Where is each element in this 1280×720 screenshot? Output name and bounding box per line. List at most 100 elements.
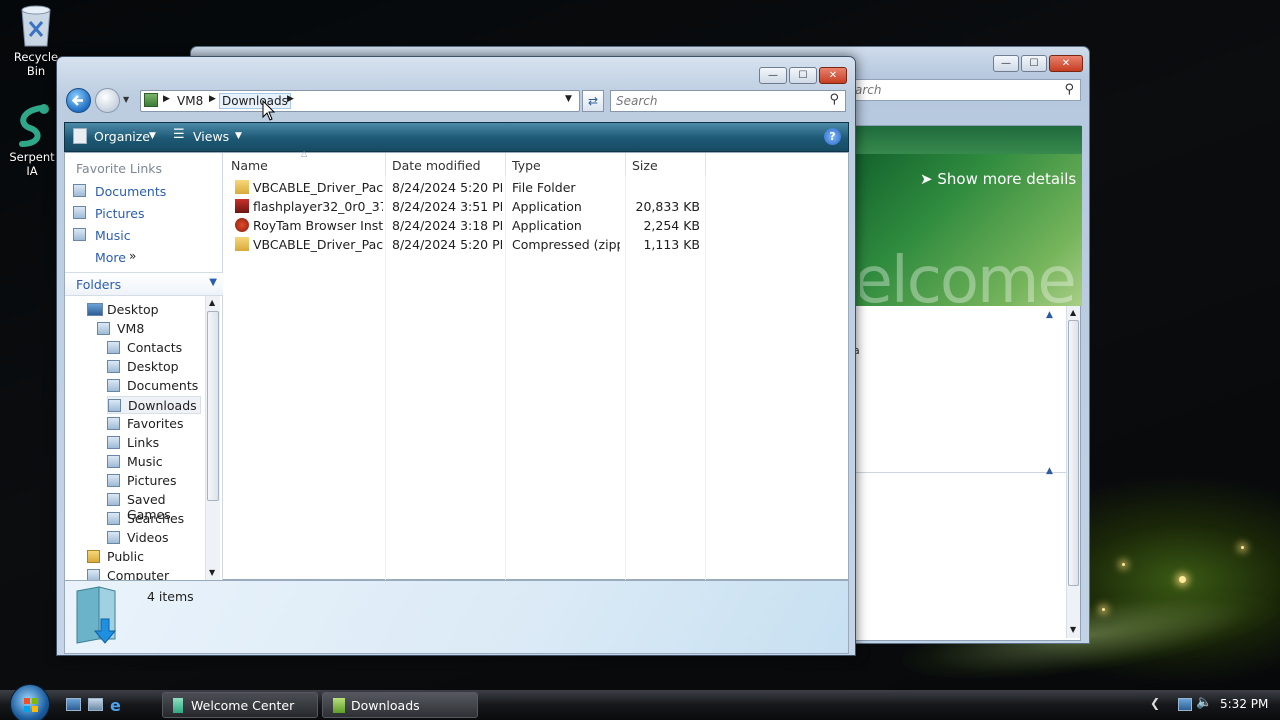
scroll-up-icon[interactable]: ▲ bbox=[1070, 308, 1076, 317]
cell-type: Application bbox=[512, 199, 582, 214]
scroll-thumb[interactable] bbox=[207, 311, 219, 501]
maximize-button[interactable]: ☐ bbox=[1021, 55, 1047, 72]
tree-item-vm8[interactable]: VM8 bbox=[97, 320, 201, 338]
show-more-details-link[interactable]: ➤ Show more details bbox=[920, 170, 1076, 188]
application-icon bbox=[235, 218, 249, 232]
tree-item-links[interactable]: Links bbox=[107, 434, 201, 452]
chevron-down-icon[interactable]: ▼ bbox=[235, 131, 242, 141]
search-input[interactable]: Search ⚲ bbox=[855, 79, 1081, 101]
details-pane: 4 items bbox=[64, 580, 849, 654]
recycle-bin-icon bbox=[16, 2, 56, 47]
tree-item-downloads[interactable]: Downloads bbox=[107, 396, 201, 414]
sparkle bbox=[1122, 563, 1125, 566]
tree-item-favorites[interactable]: Favorites bbox=[107, 415, 201, 433]
collapse-icon[interactable]: ▲ bbox=[1046, 466, 1053, 476]
desktop-icon-label: Serpent IA bbox=[9, 150, 55, 178]
file-row[interactable]: VBCABLE_Driver_Pack43 8/24/2024 5:20 PM Fi… bbox=[225, 178, 849, 197]
taskbar-item-downloads[interactable]: Downloads bbox=[322, 692, 478, 718]
desktop-icon-serpent[interactable]: Serpent IA bbox=[2, 102, 62, 178]
column-header-date[interactable]: Date modified bbox=[386, 153, 506, 175]
show-desktop-icon[interactable] bbox=[66, 698, 81, 711]
start-button[interactable] bbox=[10, 684, 50, 720]
address-history-dropdown[interactable]: ▼ bbox=[565, 94, 572, 104]
tree-item-label: Links bbox=[127, 435, 160, 450]
tree-item-videos[interactable]: Videos bbox=[107, 529, 201, 547]
volume-icon[interactable]: 🔈 bbox=[1196, 695, 1212, 710]
folder-icon bbox=[144, 93, 158, 107]
documents-icon bbox=[73, 184, 86, 197]
scroll-thumb[interactable] bbox=[1068, 320, 1079, 586]
folder-icon bbox=[107, 341, 120, 354]
cell-size: 1,113 KB bbox=[643, 237, 700, 252]
minimize-button[interactable]: — bbox=[759, 67, 787, 84]
sort-indicator-icon: △ bbox=[301, 149, 308, 158]
tree-item-label: Contacts bbox=[127, 340, 183, 355]
collapse-icon[interactable]: ▲ bbox=[1046, 310, 1053, 320]
file-row[interactable]: RoyTam Browser Instal... 8/24/2024 3:18 P… bbox=[225, 216, 849, 235]
tree-scrollbar[interactable]: ▲ ▼ bbox=[205, 296, 220, 580]
serpent-icon bbox=[12, 102, 52, 147]
tree-item-music[interactable]: Music bbox=[107, 453, 201, 471]
scroll-up-icon[interactable]: ▲ bbox=[209, 298, 215, 307]
tree-item-desktop[interactable]: Desktop bbox=[107, 358, 201, 376]
folder-icon bbox=[107, 417, 120, 430]
recent-pages-dropdown[interactable]: ▼ bbox=[123, 95, 129, 104]
tree-item-searches[interactable]: Searches bbox=[107, 510, 201, 528]
maximize-button[interactable]: ☐ bbox=[789, 67, 817, 84]
help-button[interactable]: ? bbox=[824, 128, 841, 145]
scroll-down-icon[interactable]: ▼ bbox=[209, 568, 215, 577]
organize-icon bbox=[73, 128, 87, 144]
close-button[interactable]: ✕ bbox=[1049, 55, 1083, 72]
fav-pictures[interactable]: Pictures bbox=[71, 205, 211, 223]
search-input[interactable]: Search ⚲ bbox=[610, 90, 846, 112]
tree-item-pictures[interactable]: Pictures bbox=[107, 472, 201, 490]
back-button[interactable] bbox=[66, 88, 91, 113]
windows-logo-icon bbox=[24, 698, 38, 712]
column-header-type[interactable]: Type bbox=[506, 153, 626, 175]
tree-item-desktop[interactable]: Desktop bbox=[87, 301, 201, 319]
chevron-right-icon[interactable]: ▶ bbox=[209, 94, 216, 104]
organize-button[interactable]: Organize bbox=[94, 129, 150, 144]
fav-music[interactable]: Music bbox=[71, 227, 211, 245]
tree-item-label: Videos bbox=[127, 530, 169, 545]
tree-item-contacts[interactable]: Contacts bbox=[107, 339, 201, 357]
banner-word: Welcome bbox=[856, 244, 1075, 306]
tree-item-documents[interactable]: Documents bbox=[107, 377, 201, 395]
minimize-button[interactable]: — bbox=[993, 55, 1019, 72]
chevron-down-icon[interactable]: ▼ bbox=[209, 277, 217, 288]
network-icon[interactable] bbox=[1178, 698, 1192, 711]
clock[interactable]: 5:32 PM bbox=[1220, 697, 1268, 711]
downloads-window[interactable]: — ☐ ✕ ▼ ▶ VM8 ▶ Downloads ▶ ▼ ⇄ Search ⚲… bbox=[56, 56, 856, 656]
breadcrumb-downloads[interactable]: Downloads bbox=[219, 93, 291, 109]
file-row[interactable]: flashplayer32_0r0_371_... 8/24/2024 3:51 … bbox=[225, 197, 849, 216]
column-header-size[interactable]: Size bbox=[626, 153, 706, 175]
cell-size: 2,254 KB bbox=[643, 218, 700, 233]
chevron-down-icon[interactable]: ▼ bbox=[149, 131, 156, 141]
forward-button[interactable] bbox=[95, 88, 120, 113]
tree-item-saved-games[interactable]: Saved Games bbox=[107, 491, 201, 522]
scroll-down-icon[interactable]: ▼ bbox=[1070, 625, 1076, 634]
show-hidden-icons[interactable]: ❮ bbox=[1150, 696, 1160, 710]
address-bar[interactable]: ▶ VM8 ▶ Downloads ▶ ▼ bbox=[140, 90, 580, 112]
fav-documents[interactable]: Documents bbox=[71, 183, 211, 201]
breadcrumb-vm8[interactable]: VM8 bbox=[177, 94, 203, 108]
folders-label: Folders bbox=[76, 277, 122, 292]
arrow-icon: ➤ bbox=[920, 170, 933, 188]
divider bbox=[856, 472, 1066, 473]
file-row[interactable]: VBCABLE_Driver_Pack43 8/24/2024 5:20 PM Co… bbox=[225, 235, 849, 254]
taskbar-item-welcome-center[interactable]: Welcome Center bbox=[162, 692, 318, 718]
views-button[interactable]: Views bbox=[193, 129, 229, 144]
chevron-right-icon[interactable]: ▶ bbox=[163, 94, 170, 104]
tree-item-public[interactable]: Public bbox=[87, 548, 201, 566]
scrollbar[interactable]: ▲ ▼ bbox=[1066, 306, 1080, 638]
search-icon: ⚲ bbox=[829, 92, 839, 107]
chevron-right-icon[interactable]: ▶ bbox=[287, 94, 294, 104]
folders-header[interactable]: Folders ▼ bbox=[65, 272, 223, 296]
fav-more[interactable]: More » bbox=[95, 249, 175, 267]
sparkle bbox=[1102, 608, 1105, 611]
search-icon: ⚲ bbox=[1064, 82, 1074, 97]
internet-explorer-icon[interactable]: e bbox=[110, 696, 121, 715]
switch-windows-icon[interactable] bbox=[88, 698, 103, 711]
close-button[interactable]: ✕ bbox=[819, 67, 847, 84]
refresh-button[interactable]: ⇄ bbox=[582, 90, 604, 112]
